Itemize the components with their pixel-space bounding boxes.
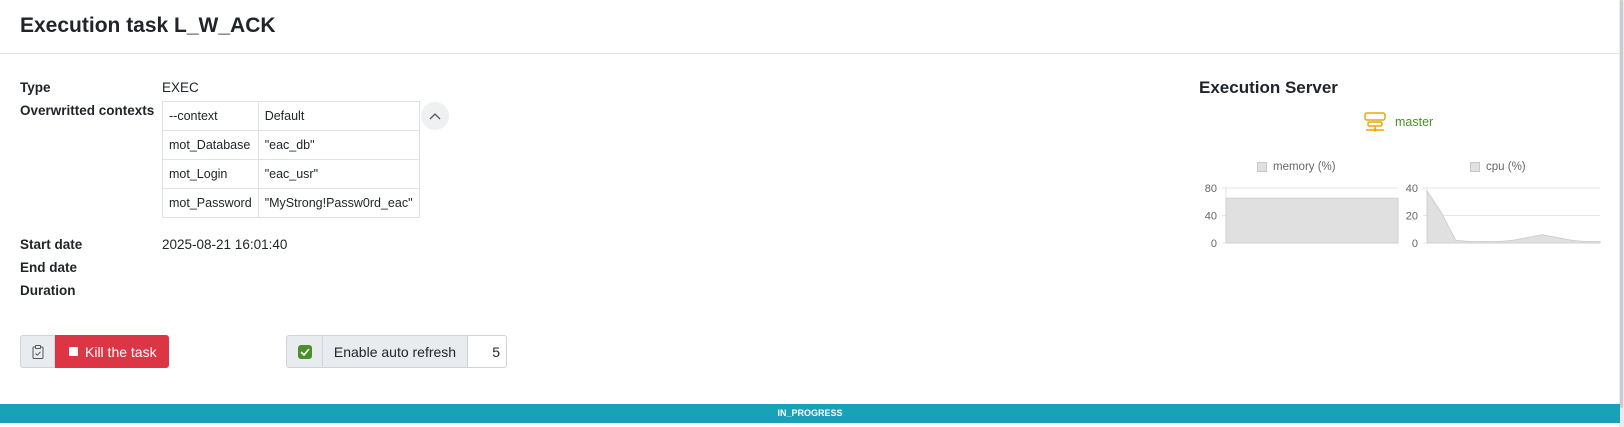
auto-refresh-group: Enable auto refresh xyxy=(286,335,507,368)
refresh-interval-input[interactable] xyxy=(468,335,507,368)
context-value: Default xyxy=(257,101,420,131)
end-date-label: End date xyxy=(20,260,78,275)
data-point xyxy=(1527,236,1529,239)
data-point xyxy=(1340,197,1342,199)
data-point xyxy=(1585,241,1587,243)
y-tick-label: 0 xyxy=(1412,238,1418,250)
chevron-up-icon xyxy=(429,113,441,120)
server-network-icon xyxy=(1364,112,1386,132)
duration-label: Duration xyxy=(20,283,76,298)
y-tick-label: 80 xyxy=(1205,183,1217,195)
data-point xyxy=(1321,197,1323,199)
data-point xyxy=(1378,197,1380,199)
data-point xyxy=(1484,241,1486,243)
server-link[interactable]: master xyxy=(1363,112,1433,132)
data-point xyxy=(1498,241,1500,243)
status-bar: IN_PROGRESS xyxy=(0,404,1620,423)
memory-plot: 0 40 80 xyxy=(1205,183,1399,250)
cpu-chart: cpu (%) 0 20 40 xyxy=(1397,158,1603,258)
cpu-plot: 0 20 40 xyxy=(1406,183,1601,250)
data-point xyxy=(1541,234,1543,236)
data-point xyxy=(1599,241,1601,243)
data-point xyxy=(1359,197,1361,199)
data-point xyxy=(1263,197,1265,199)
checkbox-checked-icon xyxy=(297,344,312,359)
auto-refresh-checkbox[interactable] xyxy=(286,335,323,368)
auto-refresh-label: Enable auto refresh xyxy=(323,335,468,368)
context-value: "eac_usr" xyxy=(257,159,420,189)
page-title: Execution task L_W_ACK xyxy=(20,14,276,37)
contexts-table: --context Default mot_Database "eac_db" … xyxy=(162,101,420,218)
data-point xyxy=(1426,190,1428,192)
copy-button[interactable] xyxy=(20,335,55,368)
context-key: mot_Login xyxy=(162,159,259,189)
y-tick-label: 40 xyxy=(1205,211,1217,223)
data-point xyxy=(1570,239,1572,241)
contexts-label: Overwritted contexts xyxy=(20,103,155,118)
data-point xyxy=(1469,241,1471,243)
y-tick-label: 0 xyxy=(1211,238,1217,250)
data-point xyxy=(1556,236,1558,239)
data-point xyxy=(1455,239,1457,241)
table-row: mot_Database "eac_db" xyxy=(162,130,420,160)
data-point xyxy=(1244,197,1246,199)
series-area xyxy=(1426,189,1601,244)
series-area xyxy=(1225,197,1399,244)
collapse-contexts-button[interactable] xyxy=(421,102,449,130)
context-key: --context xyxy=(162,101,259,131)
start-date-value: 2025-08-21 16:01:40 xyxy=(162,237,288,252)
kill-task-label: Kill the task xyxy=(85,343,157,360)
kill-button-group: Kill the task xyxy=(20,335,169,368)
context-value: "eac_db" xyxy=(257,130,420,160)
y-tick-label: 40 xyxy=(1406,183,1418,195)
data-point xyxy=(1225,197,1227,199)
type-value: EXEC xyxy=(162,80,199,95)
data-point xyxy=(1301,197,1303,199)
memory-chart: memory (%) 0 40 80 xyxy=(1195,158,1400,258)
kill-task-button[interactable]: Kill the task xyxy=(55,335,169,368)
execution-server-title: Execution Server xyxy=(1199,78,1338,97)
server-name: master xyxy=(1395,115,1434,129)
table-row: --context Default xyxy=(162,101,420,131)
context-key: mot_Password xyxy=(162,188,259,218)
table-row: mot_Password "MyStrong!Passw0rd_eac" xyxy=(162,188,420,218)
page-header: Execution task L_W_ACK xyxy=(0,0,1620,54)
data-point xyxy=(1282,197,1284,199)
start-date-label: Start date xyxy=(20,237,83,252)
data-point xyxy=(1512,239,1515,241)
type-label: Type xyxy=(20,80,51,95)
y-tick-label: 20 xyxy=(1406,211,1418,223)
scrollbar[interactable] xyxy=(1619,0,1624,427)
clipboard-check-icon xyxy=(32,344,43,359)
stop-icon xyxy=(69,347,78,356)
data-point xyxy=(1440,212,1442,214)
context-value: "MyStrong!Passw0rd_eac" xyxy=(257,188,420,218)
table-row: mot_Login "eac_usr" xyxy=(162,159,420,189)
context-key: mot_Database xyxy=(162,130,259,160)
